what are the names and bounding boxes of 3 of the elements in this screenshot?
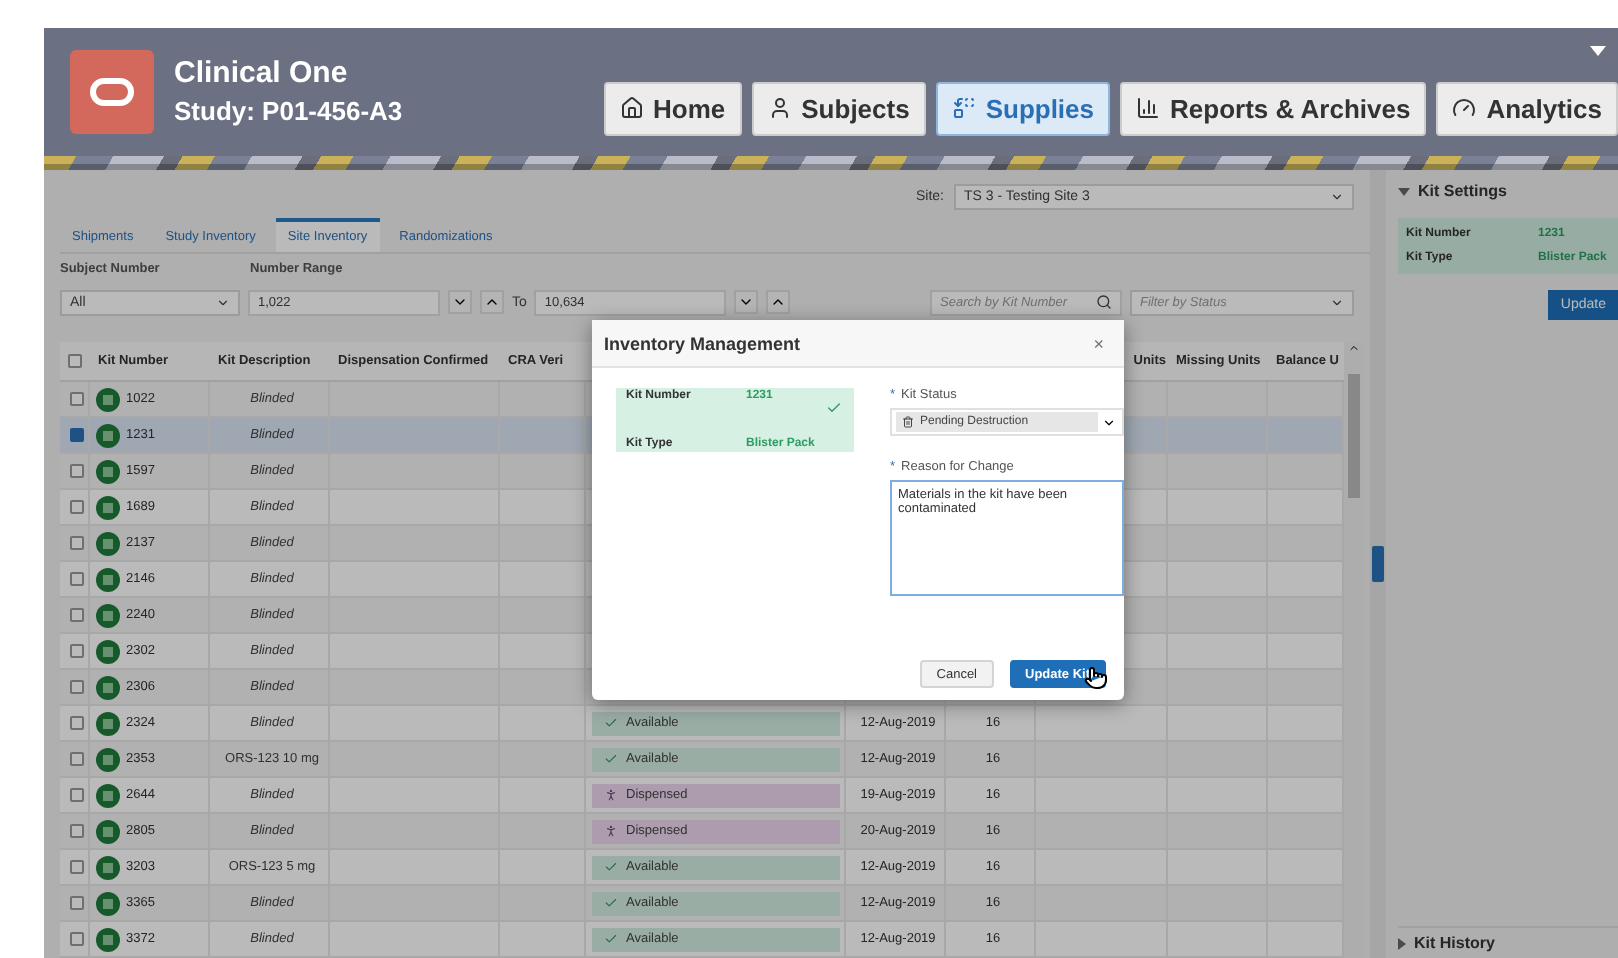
app-name: Clinical One bbox=[174, 56, 350, 91]
study-name: Study: P01-456-A3 bbox=[174, 96, 405, 127]
dialog-title: Inventory Management bbox=[604, 333, 801, 353]
